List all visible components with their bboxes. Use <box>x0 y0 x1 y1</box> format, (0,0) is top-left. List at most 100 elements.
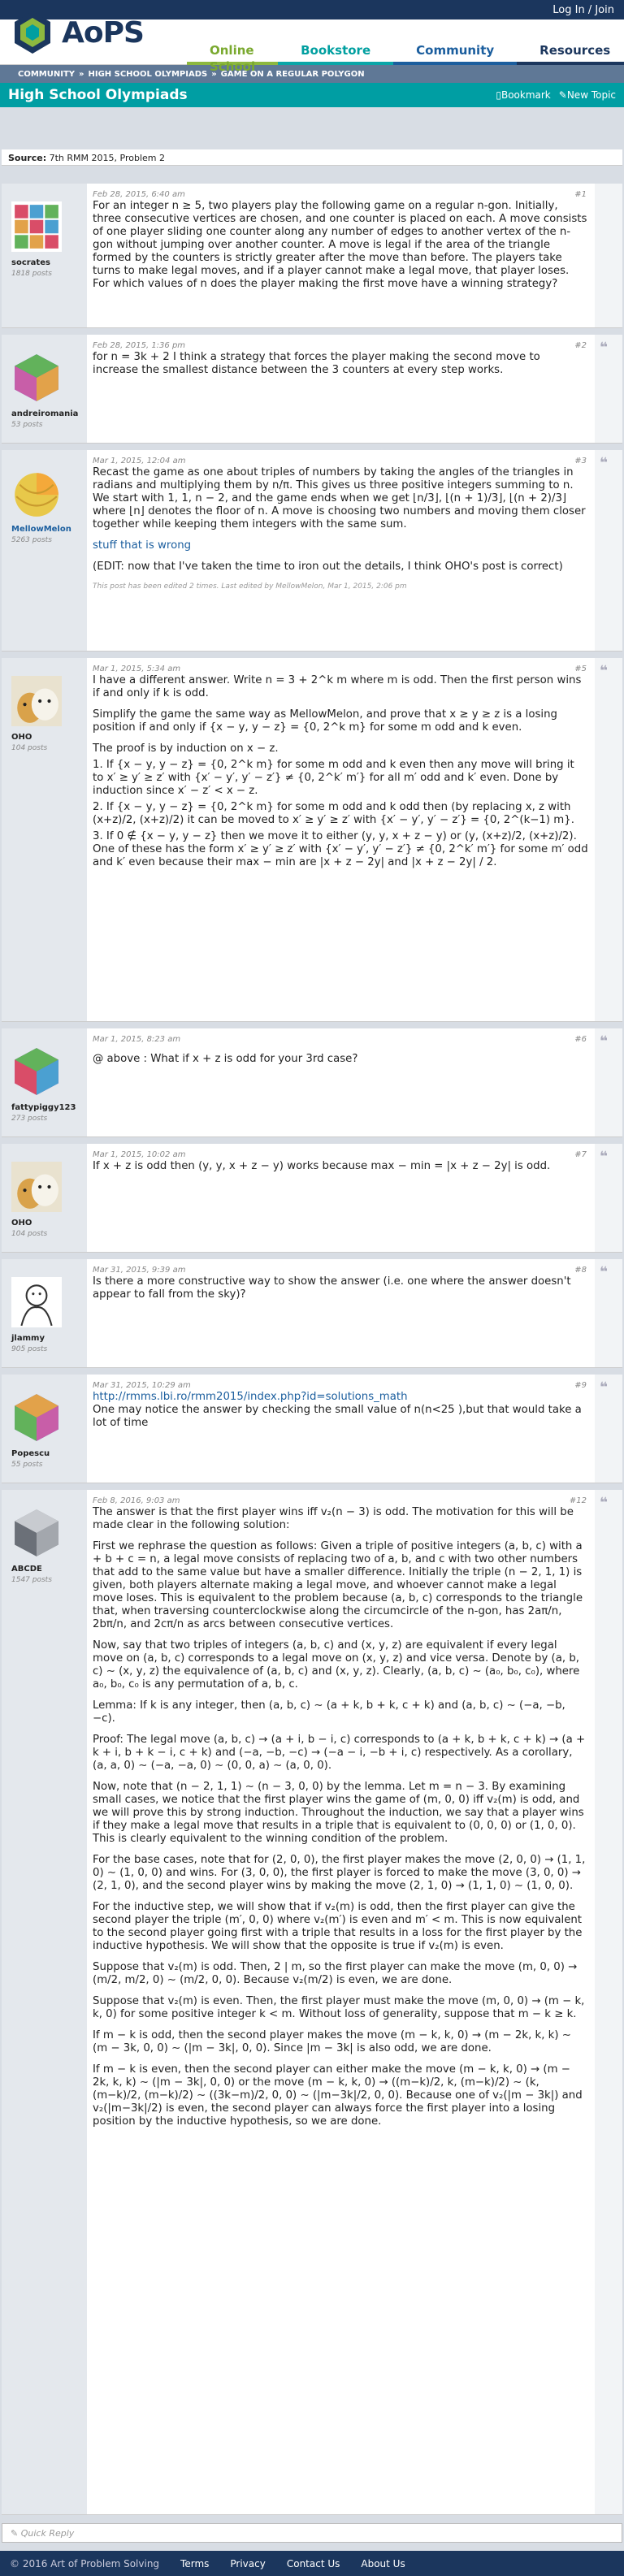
username[interactable]: andreiromania <box>11 409 78 418</box>
post-number[interactable]: #6 <box>574 1033 587 1046</box>
footer-terms-link[interactable]: Terms <box>180 2558 209 2570</box>
post-text: (EDIT: now that I've taken the time to i… <box>93 561 563 573</box>
post-text: 1. If {x − y, y − z} = {0, 2^k m} for so… <box>93 759 574 797</box>
new-topic-button[interactable]: ✎New Topic <box>559 89 616 101</box>
quote-icon[interactable]: ❝ <box>600 1264 608 1280</box>
post-text: 3. If 0 ∉ {x − y, y − z} then we move it… <box>93 830 588 868</box>
quick-reply-input[interactable]: ✎ Quick Reply <box>2 2523 622 2543</box>
footer-contact-link[interactable]: Contact Us <box>287 2558 340 2570</box>
avatar[interactable] <box>11 468 62 518</box>
post-date: Mar 1, 2015, 5:34 am <box>93 665 181 673</box>
post-number[interactable]: #3 <box>574 455 587 468</box>
post-date: Feb 28, 2015, 1:36 pm <box>93 341 186 350</box>
post-date: Mar 1, 2015, 8:23 am <box>93 1035 181 1044</box>
username[interactable]: ABCDE <box>11 1565 42 1574</box>
post-number[interactable]: #7 <box>574 1149 587 1162</box>
edit-note: This post has been edited 2 times. Last … <box>93 582 407 591</box>
post: OHO 104 posts Mar 1, 2015, 5:34 am #5 I h… <box>2 658 622 1022</box>
login-link[interactable]: Log In / Join <box>552 4 614 16</box>
quote-icon[interactable]: ❝ <box>600 1033 608 1050</box>
avatar[interactable] <box>11 1392 62 1443</box>
post-text: If m − k is odd, then the second player … <box>93 2029 571 2054</box>
avatar[interactable] <box>11 201 62 252</box>
post-body: Mar 31, 2015, 10:29 am #9 http://rmms.lbi… <box>89 1375 593 1483</box>
username[interactable]: fattypiggy123 <box>11 1103 76 1112</box>
post-body: Mar 31, 2015, 9:39 am #8 Is there a more … <box>89 1259 593 1367</box>
quote-icon[interactable]: ❝ <box>600 1495 608 1511</box>
post: MellowMelon 5263 posts Mar 1, 2015, 12:0… <box>2 450 622 652</box>
quote-icon[interactable]: ❝ <box>600 455 608 471</box>
logo-text: AoPS <box>62 15 145 50</box>
quote-icon[interactable]: ❝ <box>600 1149 608 1165</box>
post-text: Is there a more constructive way to show… <box>93 1275 571 1301</box>
pencil-icon: ✎ <box>11 2528 21 2539</box>
topic-source: Source: 7th RMM 2015, Problem 2 <box>2 149 622 166</box>
post-text: One may notice the answer by checking th… <box>93 1404 582 1429</box>
quote-icon[interactable]: ❝ <box>600 663 608 679</box>
post-date: Mar 1, 2015, 10:02 am <box>93 1150 186 1159</box>
post-text: Suppose that v₂(m) is odd. Then, 2 | m, … <box>93 1961 578 1986</box>
post-text: I have a different answer. Write n = 3 +… <box>93 674 582 699</box>
avatar[interactable] <box>11 1046 62 1097</box>
post: ABCDE 1547 posts Feb 8, 2016, 9:03 am #12… <box>2 1490 622 2515</box>
username[interactable]: jlammy <box>11 1334 45 1343</box>
post-number[interactable]: #9 <box>574 1379 587 1392</box>
post: Popescu 55 posts Mar 31, 2015, 10:29 am #… <box>2 1375 622 1483</box>
quote-icon[interactable]: ❝ <box>600 340 608 356</box>
post-body: Mar 1, 2015, 5:34 am #5 I have a differen… <box>89 658 593 1021</box>
post-count: 55 posts <box>11 1461 43 1469</box>
post-text: For an integer n ≥ 5, two players play t… <box>93 200 587 290</box>
post-number[interactable]: #2 <box>574 340 587 353</box>
solutions-link[interactable]: http://rmms.lbi.ro/rmm2015/index.php?id=… <box>93 1391 408 1403</box>
post-date: Feb 28, 2015, 6:40 am <box>93 190 185 199</box>
avatar[interactable] <box>11 1508 62 1558</box>
username[interactable]: Popescu <box>11 1449 50 1458</box>
footer-privacy-link[interactable]: Privacy <box>230 2558 265 2570</box>
post-text: Now, note that (n − 2, 1, 1) ∼ (n − 3, 0… <box>93 1781 584 1845</box>
quote-icon[interactable]: ❝ <box>600 1379 608 1396</box>
username[interactable]: socrates <box>11 258 50 267</box>
copyright: © 2016 Art of Problem Solving <box>10 2557 160 2570</box>
avatar[interactable] <box>11 1162 62 1212</box>
post-text: If x + z is odd then (y, y, x + z − y) w… <box>93 1160 551 1172</box>
post-date: Mar 1, 2015, 12:04 am <box>93 457 186 465</box>
post-text: For the inductive step, we will show tha… <box>93 1901 583 1952</box>
avatar[interactable] <box>11 676 62 726</box>
hidden-content-link[interactable]: stuff that is wrong <box>93 539 191 552</box>
post-text: The answer is that the first player wins… <box>93 1506 574 1531</box>
post-body: Feb 8, 2016, 9:03 am #12 The answer is th… <box>89 1490 593 2514</box>
footer-about-link[interactable]: About Us <box>361 2558 405 2570</box>
post-count: 1547 posts <box>11 1576 52 1584</box>
post-text: Lemma: If k is any integer, then (a, b, … <box>93 1699 566 1725</box>
breadcrumb-community[interactable]: COMMUNITY <box>18 70 75 79</box>
post-text: Now, say that two triples of integers (a… <box>93 1639 580 1691</box>
nav-online-school[interactable]: Online School <box>187 42 279 74</box>
nav-bookstore[interactable]: Bookstore <box>278 42 394 65</box>
username[interactable]: OHO <box>11 1219 32 1227</box>
bookmark-icon: ▯ <box>496 89 501 101</box>
post-number[interactable]: #1 <box>574 188 587 201</box>
username[interactable]: MellowMelon <box>11 525 72 534</box>
main-nav: Online School Bookstore Community Resour… <box>187 42 624 74</box>
nav-resources[interactable]: Resources <box>517 42 624 65</box>
post-text: If m − k is even, then the second player… <box>93 2063 583 2128</box>
bookmark-button[interactable]: ▯Bookmark <box>496 89 550 101</box>
post-text: For the base cases, note that for (2, 0,… <box>93 1854 586 1892</box>
post-count: 104 posts <box>11 744 48 752</box>
post-count: 5263 posts <box>11 536 52 544</box>
post: jlammy 905 posts Mar 31, 2015, 9:39 am #8… <box>2 1259 622 1368</box>
post-number[interactable]: #12 <box>570 1495 587 1508</box>
post-text: Suppose that v₂(m) is even. Then, the fi… <box>93 1995 585 2020</box>
forum-title-bar: High School Olympiads ▯Bookmark ✎New Top… <box>0 83 624 107</box>
breadcrumb-forum[interactable]: HIGH SCHOOL OLYMPIADS <box>88 70 207 79</box>
post-body: Mar 1, 2015, 8:23 am #6 @ above : What if… <box>89 1028 593 1136</box>
aops-logo[interactable]: AoPS <box>8 8 145 57</box>
avatar[interactable] <box>11 353 62 403</box>
post-number[interactable]: #5 <box>574 663 587 676</box>
avatar[interactable] <box>11 1277 62 1327</box>
pencil-icon: ✎ <box>558 89 567 101</box>
post-date: Mar 31, 2015, 9:39 am <box>93 1266 186 1275</box>
post-number[interactable]: #8 <box>574 1264 587 1277</box>
nav-community[interactable]: Community <box>393 42 518 65</box>
username[interactable]: OHO <box>11 733 32 742</box>
